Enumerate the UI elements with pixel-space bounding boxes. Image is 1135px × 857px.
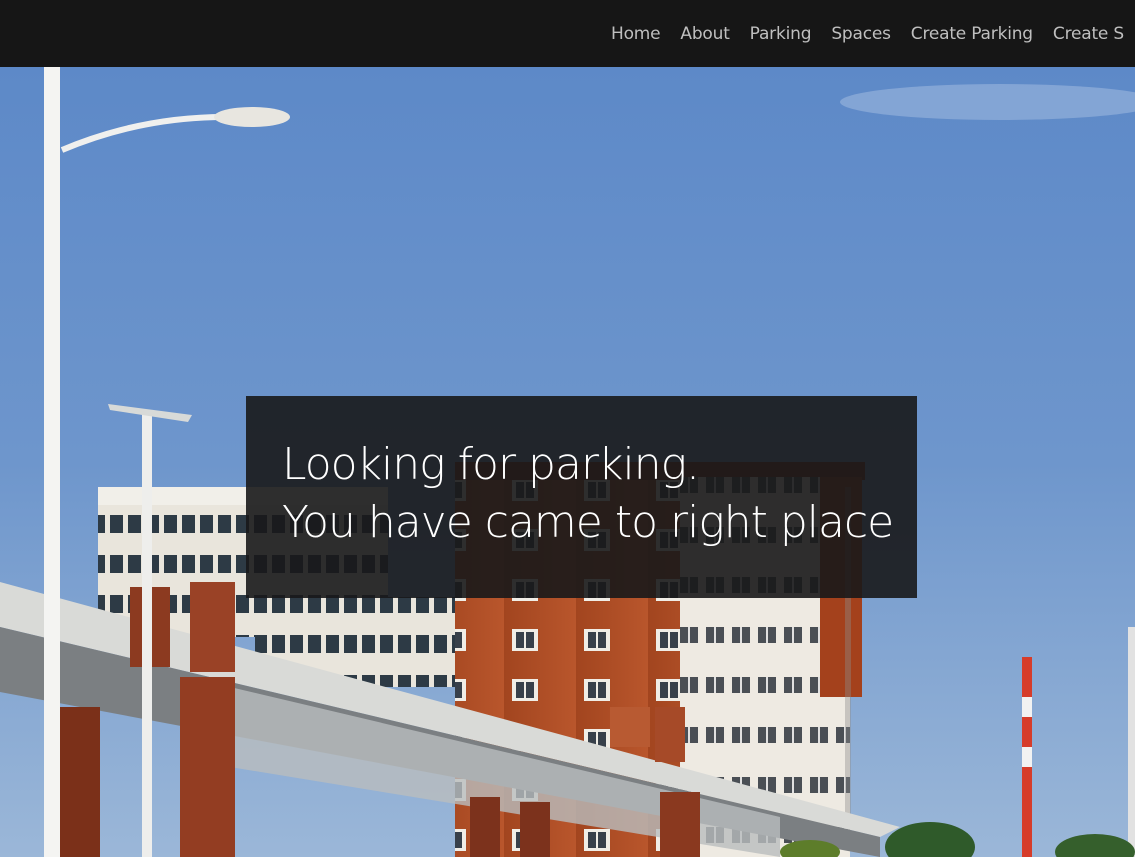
nav-parking[interactable]: Parking [750,24,812,44]
nav-create-parking[interactable]: Create Parking [911,24,1033,44]
nav-about[interactable]: About [680,24,729,44]
hero-caption-box: Looking for parking. You have came to ri… [246,396,917,598]
nav-home[interactable]: Home [611,24,661,44]
nav-create-spaces[interactable]: Create S [1053,24,1124,44]
hero-headline-line1: Looking for parking. [282,439,700,490]
nav-menu: Home About Parking Spaces Create Parking… [611,0,1135,67]
top-navbar: Home About Parking Spaces Create Parking… [0,0,1135,67]
hero-headline-line2: You have came to right place [282,497,894,548]
nav-spaces[interactable]: Spaces [831,24,891,44]
